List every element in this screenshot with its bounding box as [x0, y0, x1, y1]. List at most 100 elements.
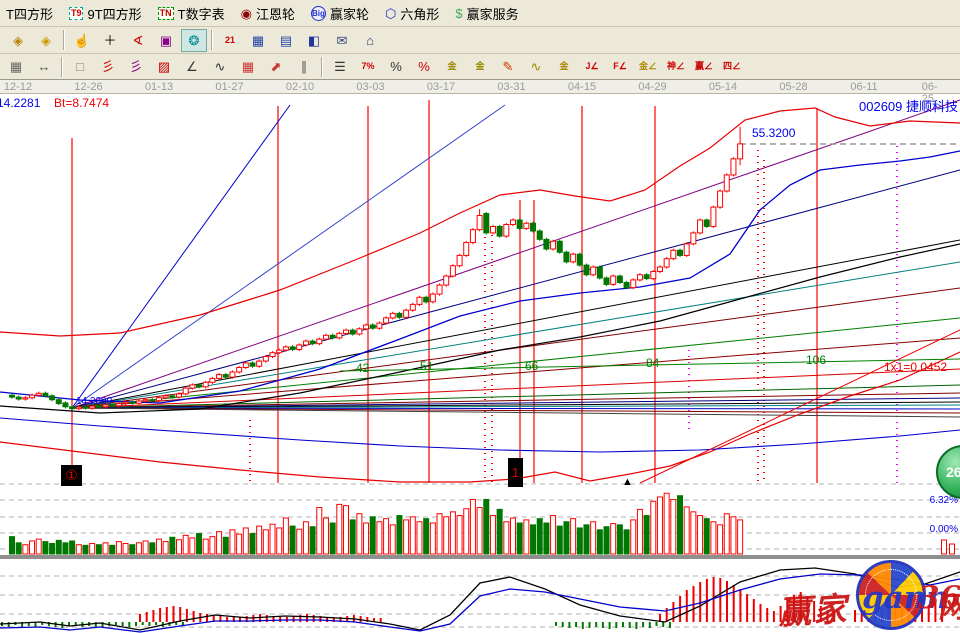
measure-icon[interactable]: ↔: [31, 55, 57, 78]
date-tick: 03-03: [356, 81, 384, 93]
angle-tool-icon[interactable]: ∢: [125, 29, 151, 52]
gann-square-icon[interactable]: ◈: [5, 29, 31, 52]
send-icon[interactable]: ✉: [329, 29, 355, 52]
gold-underline-icon[interactable]: 金: [551, 55, 577, 78]
gann-square-icon-glyph: ◈: [13, 34, 23, 47]
percent-seven-icon[interactable]: 7%: [355, 55, 381, 78]
notes-icon-glyph: ▤: [280, 34, 292, 47]
menu-9t-square-label: 9T四方形: [87, 4, 141, 23]
candle: [437, 285, 442, 294]
candle: [156, 398, 161, 401]
menu-t-square[interactable]: T四方形: [6, 4, 53, 23]
box-tool-icon-glyph: □: [76, 60, 84, 73]
gann-shape-icon[interactable]: ▣: [153, 29, 179, 52]
gold-underline-icon-glyph: 金: [559, 60, 568, 73]
wave-icon[interactable]: ∿: [207, 55, 233, 78]
volume-bar: [564, 522, 569, 554]
volume-bar: [83, 545, 88, 554]
j-angle-icon[interactable]: J∠: [579, 55, 605, 78]
candle: [330, 335, 335, 338]
menu-winner-service[interactable]: $赢家服务: [455, 4, 518, 23]
toolbar-separator: [63, 30, 65, 50]
brush-icon[interactable]: ✎: [495, 55, 521, 78]
ruler-icon[interactable]: ▦: [3, 55, 29, 78]
volume-bar: [537, 519, 542, 554]
menu-winner-wheel[interactable]: Big赢家轮: [311, 4, 369, 23]
calendar-icon-glyph: 21: [225, 34, 235, 47]
gold-wave-icon[interactable]: ∿: [523, 55, 549, 78]
candle: [310, 341, 315, 344]
save-icon[interactable]: ◧: [301, 29, 327, 52]
volume-bar: [150, 543, 155, 554]
menu-hexagon[interactable]: ⬡六角形: [385, 4, 439, 23]
send-icon-glyph: ✉: [337, 34, 348, 47]
price-levels-icon[interactable]: ☰: [327, 55, 353, 78]
date-tick: 12-12: [4, 81, 32, 93]
candle: [664, 259, 669, 267]
gold-coin-icon[interactable]: 金: [439, 55, 465, 78]
calendar-icon[interactable]: 21: [217, 29, 243, 52]
toolbar-separator: [211, 30, 213, 50]
candle: [410, 304, 415, 310]
gann-grid-fan-icon-glyph: ▨: [158, 60, 170, 73]
volume-bar: [571, 519, 576, 554]
box-tool-icon[interactable]: □: [67, 55, 93, 78]
gold-angle-icon[interactable]: 金∠: [635, 55, 661, 78]
volume-bar: [450, 512, 455, 554]
gann-square-alt-icon-glyph: ◈: [41, 34, 51, 47]
candle: [43, 393, 48, 396]
volume-bar: [237, 534, 242, 554]
menu-9t-square[interactable]: T99T四方形: [69, 4, 142, 23]
gann-fan-icon[interactable]: 彡: [95, 55, 121, 78]
volume-bar: [90, 543, 95, 554]
volume-bar: [470, 499, 475, 554]
menu-t-table[interactable]: TNT数字表: [158, 4, 225, 23]
volume-bar: [230, 530, 235, 554]
crosshair-icon[interactable]: ＋: [97, 29, 123, 52]
hand-tool-icon[interactable]: ☝: [69, 29, 95, 52]
volume-bar: [517, 523, 522, 554]
candle: [76, 407, 81, 409]
candle: [283, 347, 288, 350]
percent-icon[interactable]: %: [383, 55, 409, 78]
candle: [317, 339, 322, 344]
percent-lines-icon[interactable]: %: [411, 55, 437, 78]
f-angle-icon[interactable]: F∠: [607, 55, 633, 78]
menu-9t-square-icon: T9: [69, 7, 84, 20]
volume-bar: [210, 537, 215, 554]
win-angle-icon[interactable]: 赢∠: [691, 55, 717, 78]
candle: [370, 325, 375, 328]
angle-lines-icon[interactable]: ∠: [179, 55, 205, 78]
shen-angle-icon[interactable]: 神∠: [663, 55, 689, 78]
gold-lines-icon[interactable]: 金: [467, 55, 493, 78]
notes-icon[interactable]: ▤: [273, 29, 299, 52]
gann-fan-ray: [72, 318, 960, 408]
volume-bar: [417, 522, 422, 554]
volume-bar: [637, 509, 642, 554]
volume-bar: [63, 543, 68, 554]
calculator-icon[interactable]: ▦: [245, 29, 271, 52]
grid-icon[interactable]: ▦: [235, 55, 261, 78]
grid-arrow-icon[interactable]: ⬈: [263, 55, 289, 78]
volume-bar: [437, 514, 442, 554]
gann-grid-fan-icon[interactable]: ▨: [151, 55, 177, 78]
candle: [564, 252, 569, 262]
parallel-lines-icon[interactable]: ∥: [291, 55, 317, 78]
candle: [551, 241, 556, 249]
second-fan-line-line: [640, 330, 960, 483]
volume-bar: [738, 520, 743, 554]
volume-bar: [50, 543, 55, 554]
date-tick: 05-14: [709, 81, 737, 93]
gann-fan-box-icon[interactable]: 彡: [123, 55, 149, 78]
menu-gann-wheel[interactable]: ◉江恩轮: [241, 4, 295, 23]
si-angle-icon[interactable]: 四∠: [719, 55, 745, 78]
candle: [123, 402, 128, 403]
brain-icon[interactable]: ❂: [181, 29, 207, 52]
cursor-price-label: 14.2281: [0, 96, 40, 110]
candle: [150, 400, 155, 401]
computer-icon[interactable]: ⌂: [357, 29, 383, 52]
gann-square-alt-icon[interactable]: ◈: [33, 29, 59, 52]
cycle-number-label: 84: [646, 356, 659, 370]
shen-angle-icon-glyph: 神∠: [667, 60, 685, 73]
menu-gann-wheel-icon: ◉: [241, 7, 252, 20]
